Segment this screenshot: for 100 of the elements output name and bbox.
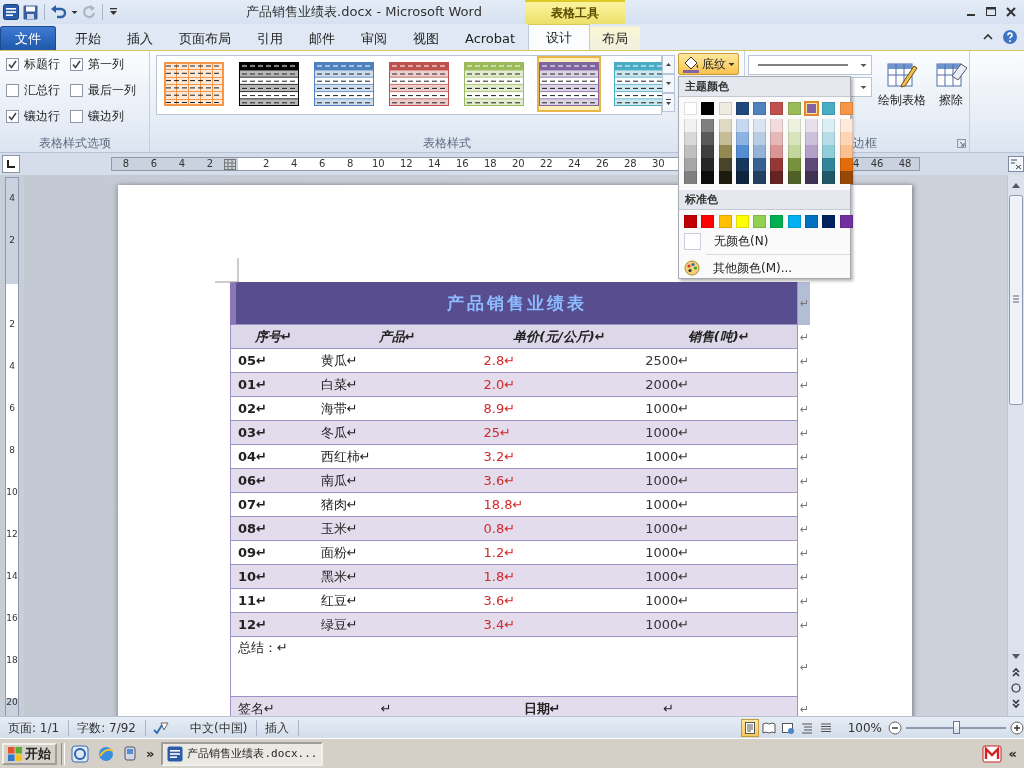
color-swatch[interactable] [753,132,767,145]
table-style-thumbnail[interactable] [162,60,226,108]
menu-item[interactable]: 无颜色(N) [714,233,769,250]
ruler-toggle-icon[interactable] [1008,156,1024,172]
color-swatch[interactable] [753,102,767,115]
color-swatch[interactable] [787,158,801,171]
color-swatch[interactable] [822,132,836,145]
ribbon-tab[interactable]: 布局 [590,26,641,50]
view-button[interactable] [740,718,759,737]
checkbox[interactable] [70,58,83,71]
color-swatch[interactable] [770,145,784,158]
menu-item[interactable]: 其他颜色(M)... [713,259,793,277]
tray-expand-button[interactable]: « [1005,746,1020,761]
color-swatch[interactable] [684,119,697,132]
color-swatch[interactable] [839,132,853,145]
color-swatch[interactable] [718,158,732,171]
color-swatch[interactable] [787,145,801,158]
table-style-thumbnail[interactable] [312,60,376,108]
color-swatch[interactable] [735,102,749,115]
color-swatch[interactable] [684,132,697,145]
color-swatch[interactable] [718,132,732,145]
color-swatch[interactable] [770,132,784,145]
ribbon-tab[interactable]: 文件 [0,26,56,50]
color-swatch[interactable] [701,158,715,171]
checkbox-label[interactable]: 标题行 [24,56,60,73]
color-swatch[interactable] [753,145,767,158]
color-swatch[interactable] [787,119,801,132]
color-swatch[interactable] [787,171,801,184]
color-swatch[interactable] [735,119,749,132]
color-swatch[interactable] [805,158,819,171]
column-marker-icon[interactable] [224,158,236,170]
checkbox-label[interactable]: 镶边列 [88,108,124,125]
checkbox[interactable] [6,58,19,71]
zoom-out-icon[interactable] [888,720,902,735]
ribbon-tab[interactable]: 页面布局 [166,26,244,50]
color-swatch[interactable] [735,171,749,184]
ribbon-tab[interactable]: 开始 [62,26,114,50]
line-style-dropdown[interactable] [748,55,872,75]
maximize-icon[interactable] [984,6,998,18]
table-style-thumbnail[interactable] [237,60,301,108]
color-swatch[interactable] [701,102,715,115]
browse-object-icon[interactable] [1008,681,1024,695]
ribbon-tab[interactable]: 审阅 [348,26,400,50]
ribbon-tab[interactable]: 插入 [114,26,166,50]
help-icon[interactable] [1002,29,1018,45]
color-swatch[interactable] [718,145,732,158]
zoom-level[interactable]: 100% [835,719,888,736]
color-swatch[interactable] [701,215,715,228]
device-icon[interactable] [123,744,137,763]
color-swatch[interactable] [770,158,784,171]
color-swatch[interactable] [805,102,819,115]
checkbox-label[interactable]: 最后一列 [88,82,136,99]
checkbox-label[interactable]: 汇总行 [24,82,60,99]
color-swatch[interactable] [735,145,749,158]
color-swatch[interactable] [701,171,715,184]
color-swatch[interactable] [770,119,784,132]
close-icon[interactable] [1004,6,1018,18]
color-swatch[interactable] [805,119,819,132]
tab-selector-icon[interactable] [2,155,20,173]
page-count[interactable]: 页面: 1/1 [0,719,70,736]
color-swatch[interactable] [753,171,767,184]
color-swatch[interactable] [787,132,801,145]
more-icons-button[interactable]: » [143,746,158,761]
color-swatch[interactable] [684,215,697,228]
table-style-thumbnail[interactable] [462,60,526,108]
language-indicator[interactable]: 中文(中国) [182,719,258,736]
slider-thumb[interactable] [953,720,960,734]
color-swatch[interactable] [684,171,697,184]
app-icon[interactable] [3,4,19,20]
checkbox[interactable] [70,110,83,123]
checkbox-label[interactable]: 第一列 [88,56,124,73]
color-swatch[interactable] [787,102,801,115]
color-swatch[interactable] [805,145,819,158]
color-swatch[interactable] [770,215,784,228]
color-swatch[interactable] [822,171,836,184]
checkbox[interactable] [70,84,83,97]
color-swatch[interactable] [684,145,697,158]
color-swatch[interactable] [839,119,853,132]
scroll-down-icon[interactable] [662,74,675,93]
insert-mode-indicator[interactable]: 插入 [257,719,300,736]
color-swatch[interactable] [735,132,749,145]
ribbon-tab[interactable]: 邮件 [296,26,348,50]
checkbox-label[interactable]: 镶边行 [24,108,60,125]
color-swatch[interactable] [701,145,715,158]
proofing-icon[interactable] [152,720,170,735]
color-swatch[interactable] [718,119,732,132]
color-swatch[interactable] [822,158,836,171]
save-icon[interactable] [23,4,38,20]
shading-button[interactable]: 底纹 [678,53,739,75]
color-swatch[interactable] [753,215,767,228]
color-swatch[interactable] [718,102,732,115]
eraser-button[interactable]: 擦除 [932,55,970,112]
color-swatch[interactable] [822,145,836,158]
color-swatch[interactable] [839,158,853,171]
color-swatch[interactable] [735,158,749,171]
quick-launch-icon[interactable] [71,744,89,763]
color-swatch[interactable] [684,102,697,115]
checkbox[interactable] [6,110,19,123]
checkbox[interactable] [6,84,19,97]
ribbon-tab[interactable]: 视图 [400,26,452,50]
